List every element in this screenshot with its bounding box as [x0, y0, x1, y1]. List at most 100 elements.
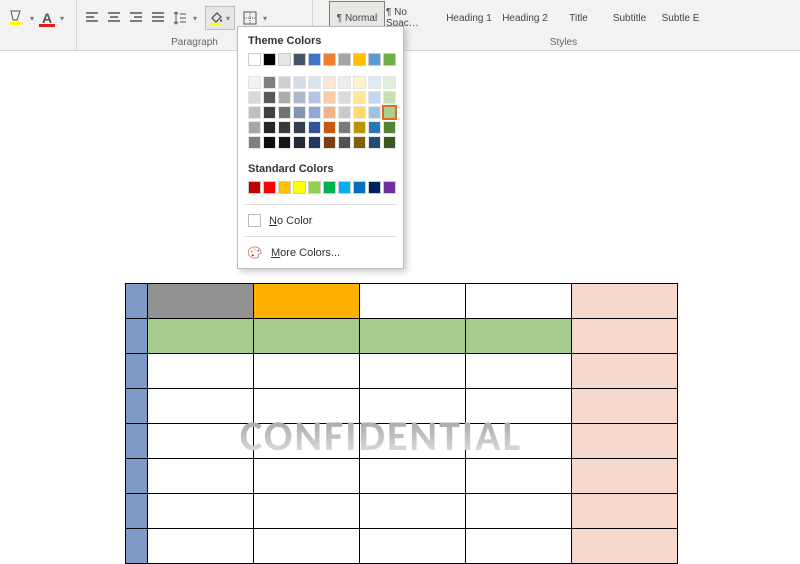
color-swatch[interactable] [323, 106, 336, 119]
color-swatch[interactable] [323, 121, 336, 134]
color-swatch[interactable] [278, 121, 291, 134]
table-cell[interactable] [254, 389, 360, 424]
table-cell[interactable] [572, 389, 678, 424]
text-highlight-dropdown[interactable]: ▾ [28, 7, 36, 29]
color-swatch[interactable] [353, 76, 366, 89]
color-swatch[interactable] [368, 106, 381, 119]
color-swatch[interactable] [293, 136, 306, 149]
align-right-button[interactable] [126, 7, 146, 29]
color-swatch[interactable] [248, 181, 261, 194]
color-swatch[interactable] [263, 91, 276, 104]
color-swatch[interactable] [383, 181, 396, 194]
table-cell[interactable] [254, 529, 360, 564]
table-cell[interactable] [572, 424, 678, 459]
table-cell[interactable] [572, 354, 678, 389]
table-cell[interactable] [126, 494, 148, 529]
color-swatch[interactable] [338, 76, 351, 89]
style-subtitle[interactable]: Subtitle [604, 1, 655, 35]
table-cell[interactable] [126, 389, 148, 424]
color-swatch[interactable] [383, 91, 396, 104]
align-left-button[interactable] [82, 7, 102, 29]
color-swatch[interactable] [263, 121, 276, 134]
table-cell[interactable] [254, 284, 360, 319]
color-swatch[interactable] [278, 91, 291, 104]
table-cell[interactable] [254, 424, 360, 459]
color-swatch[interactable] [338, 53, 351, 66]
style-subtle-e[interactable]: Subtle E [655, 1, 706, 35]
color-swatch[interactable] [293, 76, 306, 89]
table-cell[interactable] [254, 354, 360, 389]
color-swatch[interactable] [323, 76, 336, 89]
table-cell[interactable] [572, 529, 678, 564]
table-cell[interactable] [148, 424, 254, 459]
color-swatch[interactable] [248, 53, 261, 66]
color-swatch[interactable] [323, 181, 336, 194]
table-cell[interactable] [148, 389, 254, 424]
document-table[interactable] [125, 283, 678, 564]
color-swatch[interactable] [368, 121, 381, 134]
table-cell[interactable] [572, 494, 678, 529]
style-title[interactable]: Title [553, 1, 604, 35]
table-cell[interactable] [126, 284, 148, 319]
no-color-option[interactable]: No Color [238, 209, 403, 232]
table-cell[interactable] [466, 459, 572, 494]
color-swatch[interactable] [338, 91, 351, 104]
color-swatch[interactable] [353, 53, 366, 66]
color-swatch[interactable] [278, 106, 291, 119]
line-spacing-button[interactable] [170, 7, 190, 29]
color-swatch[interactable] [353, 91, 366, 104]
table-cell[interactable] [466, 284, 572, 319]
table-cell[interactable] [148, 494, 254, 529]
color-swatch[interactable] [383, 76, 396, 89]
color-swatch[interactable] [293, 121, 306, 134]
color-swatch[interactable] [308, 106, 321, 119]
color-swatch[interactable] [353, 136, 366, 149]
table-cell[interactable] [466, 354, 572, 389]
table-cell[interactable] [126, 424, 148, 459]
table-cell[interactable] [360, 494, 466, 529]
table-cell[interactable] [148, 319, 254, 354]
font-color-button[interactable]: A [37, 7, 57, 29]
color-swatch[interactable] [293, 53, 306, 66]
color-swatch[interactable] [308, 76, 321, 89]
table-cell[interactable] [360, 319, 466, 354]
table-cell[interactable] [572, 319, 678, 354]
color-swatch[interactable] [293, 106, 306, 119]
table-cell[interactable] [148, 354, 254, 389]
color-swatch[interactable] [278, 76, 291, 89]
table-cell[interactable] [254, 459, 360, 494]
color-swatch[interactable] [308, 136, 321, 149]
align-justify-button[interactable] [148, 7, 168, 29]
color-swatch[interactable] [263, 136, 276, 149]
color-swatch[interactable] [278, 181, 291, 194]
color-swatch[interactable] [353, 106, 366, 119]
color-swatch[interactable] [368, 136, 381, 149]
line-spacing-dropdown[interactable]: ▾ [191, 7, 199, 29]
color-swatch[interactable] [308, 181, 321, 194]
color-swatch[interactable] [248, 106, 261, 119]
table-cell[interactable] [466, 424, 572, 459]
table-cell[interactable] [466, 389, 572, 424]
table-cell[interactable] [466, 319, 572, 354]
shading-dropdown-caret[interactable]: ▾ [224, 7, 232, 29]
table-cell[interactable] [572, 284, 678, 319]
color-swatch[interactable] [248, 76, 261, 89]
table-cell[interactable] [126, 459, 148, 494]
color-swatch[interactable] [383, 121, 396, 134]
table-cell[interactable] [148, 284, 254, 319]
color-swatch[interactable] [338, 106, 351, 119]
color-swatch[interactable] [338, 136, 351, 149]
table-cell[interactable] [466, 494, 572, 529]
table-cell[interactable] [126, 529, 148, 564]
table-cell[interactable] [466, 529, 572, 564]
table-cell[interactable] [126, 319, 148, 354]
table-cell[interactable] [360, 424, 466, 459]
color-swatch[interactable] [383, 53, 396, 66]
color-swatch[interactable] [263, 181, 276, 194]
table-cell[interactable] [254, 319, 360, 354]
color-swatch[interactable] [353, 181, 366, 194]
table-cell[interactable] [148, 459, 254, 494]
table-cell[interactable] [360, 284, 466, 319]
color-swatch[interactable] [308, 53, 321, 66]
color-swatch[interactable] [323, 91, 336, 104]
